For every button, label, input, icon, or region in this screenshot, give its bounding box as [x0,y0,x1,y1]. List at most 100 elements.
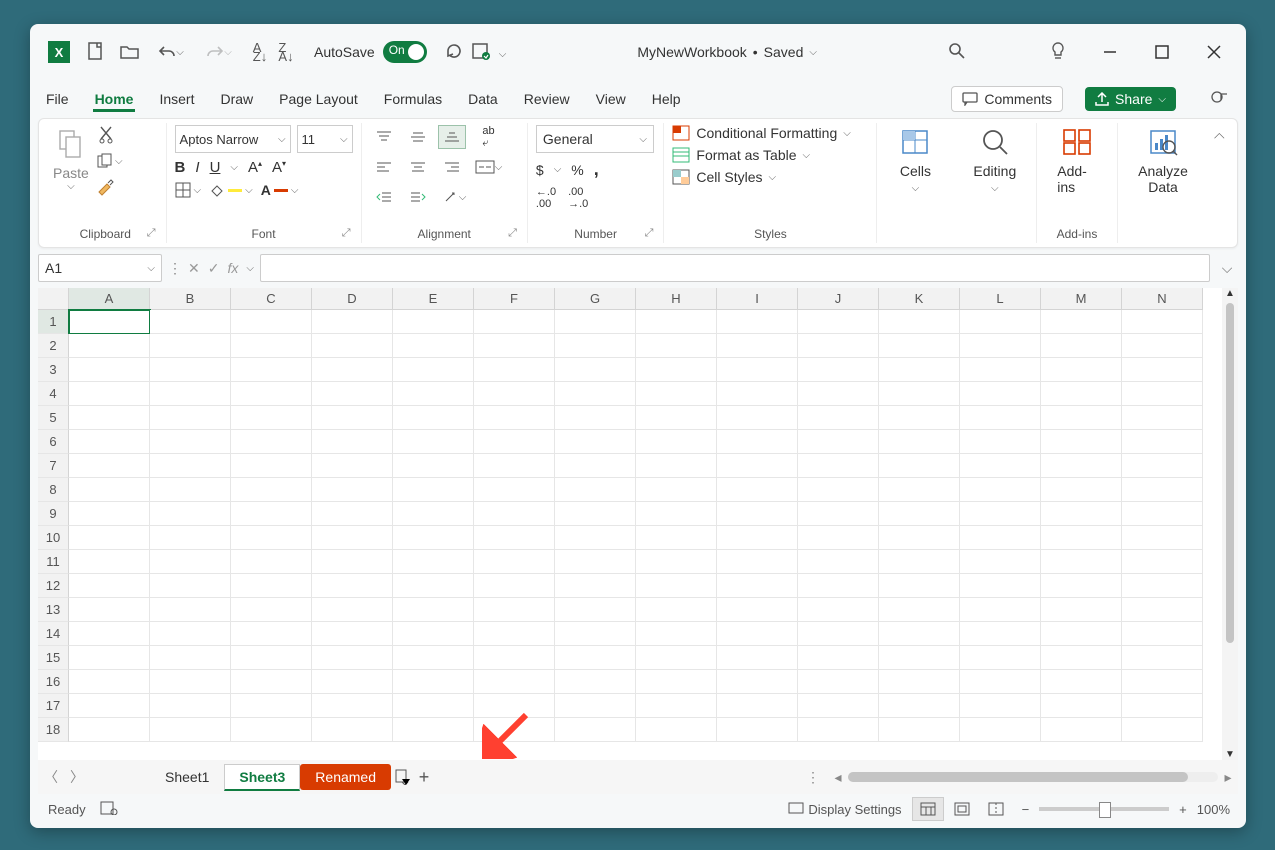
cell[interactable] [474,454,555,478]
cell[interactable] [393,430,474,454]
cell[interactable] [879,334,960,358]
cell[interactable] [1122,310,1203,334]
qat-customize-icon[interactable]: ⌵ [499,44,507,60]
cell[interactable] [555,622,636,646]
cell[interactable] [879,358,960,382]
name-box[interactable]: A1⌵ [38,254,162,282]
cell[interactable] [798,526,879,550]
cell[interactable] [879,502,960,526]
cell-styles-button[interactable]: Cell Styles⌵ [672,169,850,185]
menu-draw[interactable]: Draw [218,87,255,111]
fill-color-button[interactable]: ⌵ [209,183,253,197]
font-launcher-icon[interactable]: ⤢ [342,227,351,240]
cell[interactable] [1041,454,1122,478]
cell[interactable] [1041,646,1122,670]
cell[interactable] [879,526,960,550]
cell[interactable] [798,454,879,478]
cell[interactable] [393,550,474,574]
orientation-icon[interactable]: ⌵ [438,185,472,209]
cell[interactable] [555,478,636,502]
row-header[interactable]: 11 [38,550,69,574]
conditional-formatting-button[interactable]: Conditional Formatting⌵ [672,125,850,141]
cell[interactable] [879,574,960,598]
row-header[interactable]: 6 [38,430,69,454]
cell[interactable] [1041,406,1122,430]
menu-home[interactable]: Home [93,87,136,112]
cell[interactable] [717,622,798,646]
macro-record-icon[interactable] [100,801,118,818]
cell[interactable] [474,406,555,430]
decrease-decimal-icon[interactable]: .00→.0 [568,186,588,210]
cell[interactable] [1041,526,1122,550]
row-header[interactable]: 15 [38,646,69,670]
clipboard-launcher-icon[interactable]: ⤢ [147,227,156,240]
cell[interactable] [1122,454,1203,478]
cell[interactable] [717,502,798,526]
sheet-tab-sheet1[interactable]: Sheet1 [150,764,224,790]
normal-view-icon[interactable] [912,797,944,821]
cell[interactable] [69,430,150,454]
font-color-button[interactable]: A⌵ [261,182,299,198]
cell[interactable] [312,550,393,574]
cell[interactable] [1122,382,1203,406]
cell[interactable] [636,526,717,550]
cell[interactable] [879,670,960,694]
cell[interactable] [69,550,150,574]
cell[interactable] [1122,526,1203,550]
cell[interactable] [69,646,150,670]
cell[interactable] [555,526,636,550]
cell[interactable] [69,718,150,742]
cell[interactable] [150,622,231,646]
menu-insert[interactable]: Insert [157,87,196,111]
cell[interactable] [393,622,474,646]
cell[interactable] [69,670,150,694]
row-header[interactable]: 5 [38,406,69,430]
cell[interactable] [717,478,798,502]
cell[interactable] [879,454,960,478]
cell[interactable] [393,694,474,718]
cell[interactable] [960,598,1041,622]
cell[interactable] [717,694,798,718]
cell[interactable] [879,598,960,622]
cell[interactable] [636,670,717,694]
number-format-select[interactable]: General⌵ [536,125,654,153]
bold-button[interactable]: B [175,159,186,176]
cell[interactable] [717,310,798,334]
cell[interactable] [555,502,636,526]
cell[interactable] [1122,430,1203,454]
cell[interactable] [150,454,231,478]
cell[interactable] [69,454,150,478]
cell[interactable] [636,310,717,334]
cell[interactable] [150,574,231,598]
cell[interactable] [1041,334,1122,358]
cell[interactable] [150,598,231,622]
new-sheet-button[interactable]: + [413,767,435,788]
cell[interactable] [636,454,717,478]
cell[interactable] [474,598,555,622]
cell[interactable] [960,430,1041,454]
sort-desc-icon[interactable]: ZA↓ [276,42,296,62]
italic-button[interactable]: I [195,159,199,176]
cell[interactable] [798,670,879,694]
sheet-tab-sheet3[interactable]: Sheet3 [224,764,300,791]
undo-button[interactable]: ⌵ [154,42,188,62]
cell[interactable] [150,502,231,526]
cell[interactable] [555,598,636,622]
cell[interactable] [1041,478,1122,502]
percent-format-icon[interactable]: % [571,162,583,178]
cell[interactable] [636,598,717,622]
comments-button[interactable]: Comments [951,86,1063,112]
cell[interactable] [231,646,312,670]
cell[interactable] [1122,598,1203,622]
cell[interactable] [69,334,150,358]
cell[interactable] [393,382,474,406]
align-center-icon[interactable] [404,155,432,179]
cell[interactable] [555,382,636,406]
search-icon[interactable] [948,42,966,63]
cell[interactable] [69,478,150,502]
borders-button[interactable]: ⌵ [175,182,202,198]
cell[interactable] [960,502,1041,526]
cell[interactable] [798,430,879,454]
cell[interactable] [1122,550,1203,574]
cell[interactable] [474,550,555,574]
